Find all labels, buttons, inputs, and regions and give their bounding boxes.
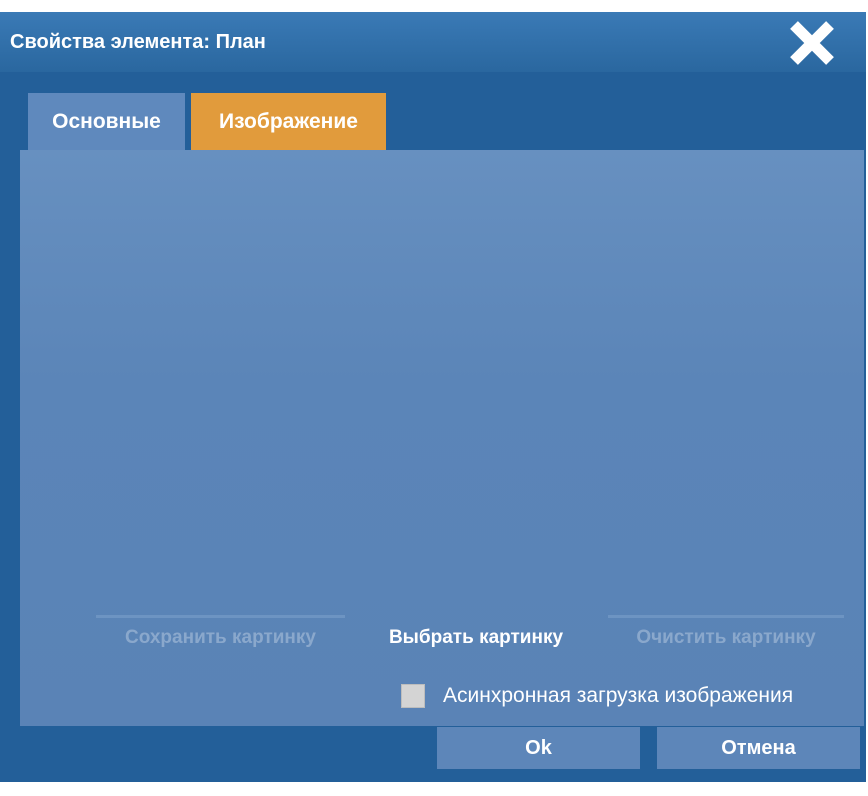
pick-image-label: Выбрать картинку bbox=[388, 627, 564, 648]
clear-image-label: Очистить картинку bbox=[636, 627, 816, 648]
async-load-checkbox[interactable] bbox=[401, 684, 425, 708]
tab-general[interactable]: Основные bbox=[28, 93, 185, 150]
async-load-row: Асинхронная загрузка изображения bbox=[401, 681, 793, 711]
dialog-title: Свойства элемента: План bbox=[10, 31, 266, 53]
cancel-button[interactable]: Отмена bbox=[657, 727, 860, 769]
clear-image-button[interactable]: Очистить картинку bbox=[608, 615, 844, 661]
async-load-label[interactable]: Асинхронная загрузка изображения bbox=[443, 684, 793, 708]
ok-label: Ok bbox=[525, 736, 552, 759]
save-image-label: Сохранить картинку bbox=[125, 627, 316, 648]
tab-image[interactable]: Изображение bbox=[191, 93, 386, 150]
cancel-label: Отмена bbox=[721, 736, 796, 759]
properties-dialog: Свойства элемента: План Основные Изображ… bbox=[0, 12, 866, 782]
tab-general-label: Основные bbox=[52, 109, 161, 133]
ok-button[interactable]: Ok bbox=[437, 727, 640, 769]
pick-image-button[interactable]: Выбрать картинку bbox=[362, 615, 590, 661]
image-panel: Сохранить картинку Выбрать картинку Очис… bbox=[20, 150, 864, 726]
save-image-button[interactable]: Сохранить картинку bbox=[96, 615, 345, 661]
dialog-titlebar: Свойства элемента: План bbox=[0, 12, 866, 72]
tab-image-label: Изображение bbox=[219, 109, 358, 133]
close-icon[interactable] bbox=[789, 20, 835, 66]
